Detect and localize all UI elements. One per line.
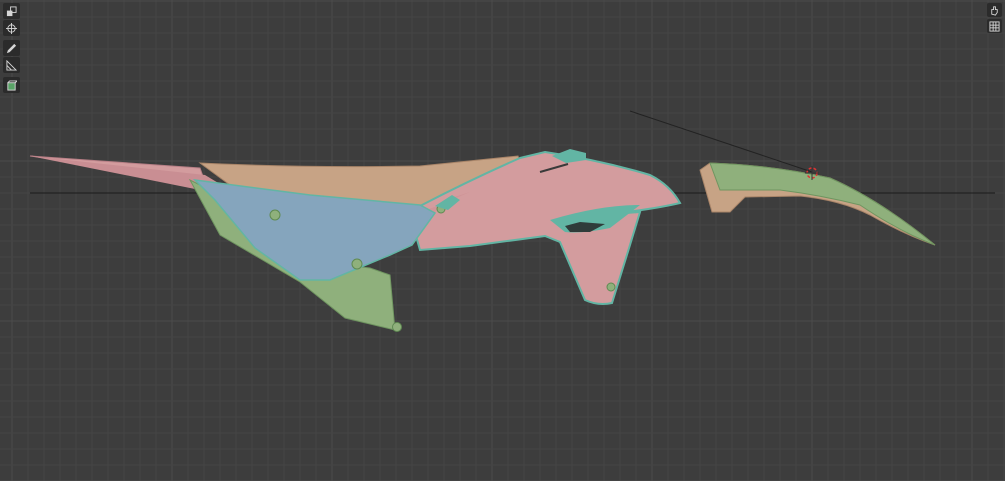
cursor-tool-button[interactable] [3, 20, 20, 36]
bolt-5 [606, 282, 616, 292]
measure-icon [6, 59, 17, 71]
grid-perspective-icon [989, 20, 1000, 32]
add-cube-tool-button[interactable] [3, 77, 20, 93]
motorcycle-front-fender[interactable] [699, 162, 936, 246]
measure-tool-button[interactable] [3, 57, 20, 73]
cursor-crosshair-icon [6, 22, 17, 34]
bolt-3 [392, 322, 402, 332]
bolt-1 [269, 209, 281, 221]
scene-objects[interactable] [0, 0, 1005, 481]
navigation-gizmo [987, 3, 1002, 33]
toggle-perspective-button[interactable] [987, 19, 1002, 33]
add-cube-icon [7, 79, 17, 91]
transform-tool-button[interactable] [3, 3, 20, 19]
pan-view-button[interactable] [987, 3, 1002, 17]
hand-pan-icon [991, 5, 998, 16]
annotate-tool-button[interactable] [3, 40, 20, 56]
3d-viewport[interactable] [0, 0, 1005, 481]
motorcycle-fairing-body[interactable] [29, 149, 682, 332]
cursor-guide-line [629, 110, 813, 173]
tool-shelf [3, 3, 20, 93]
fender-top[interactable] [709, 162, 936, 246]
annotate-icon [6, 43, 17, 53]
bolt-2 [351, 258, 363, 270]
transform-icon [6, 5, 17, 16]
